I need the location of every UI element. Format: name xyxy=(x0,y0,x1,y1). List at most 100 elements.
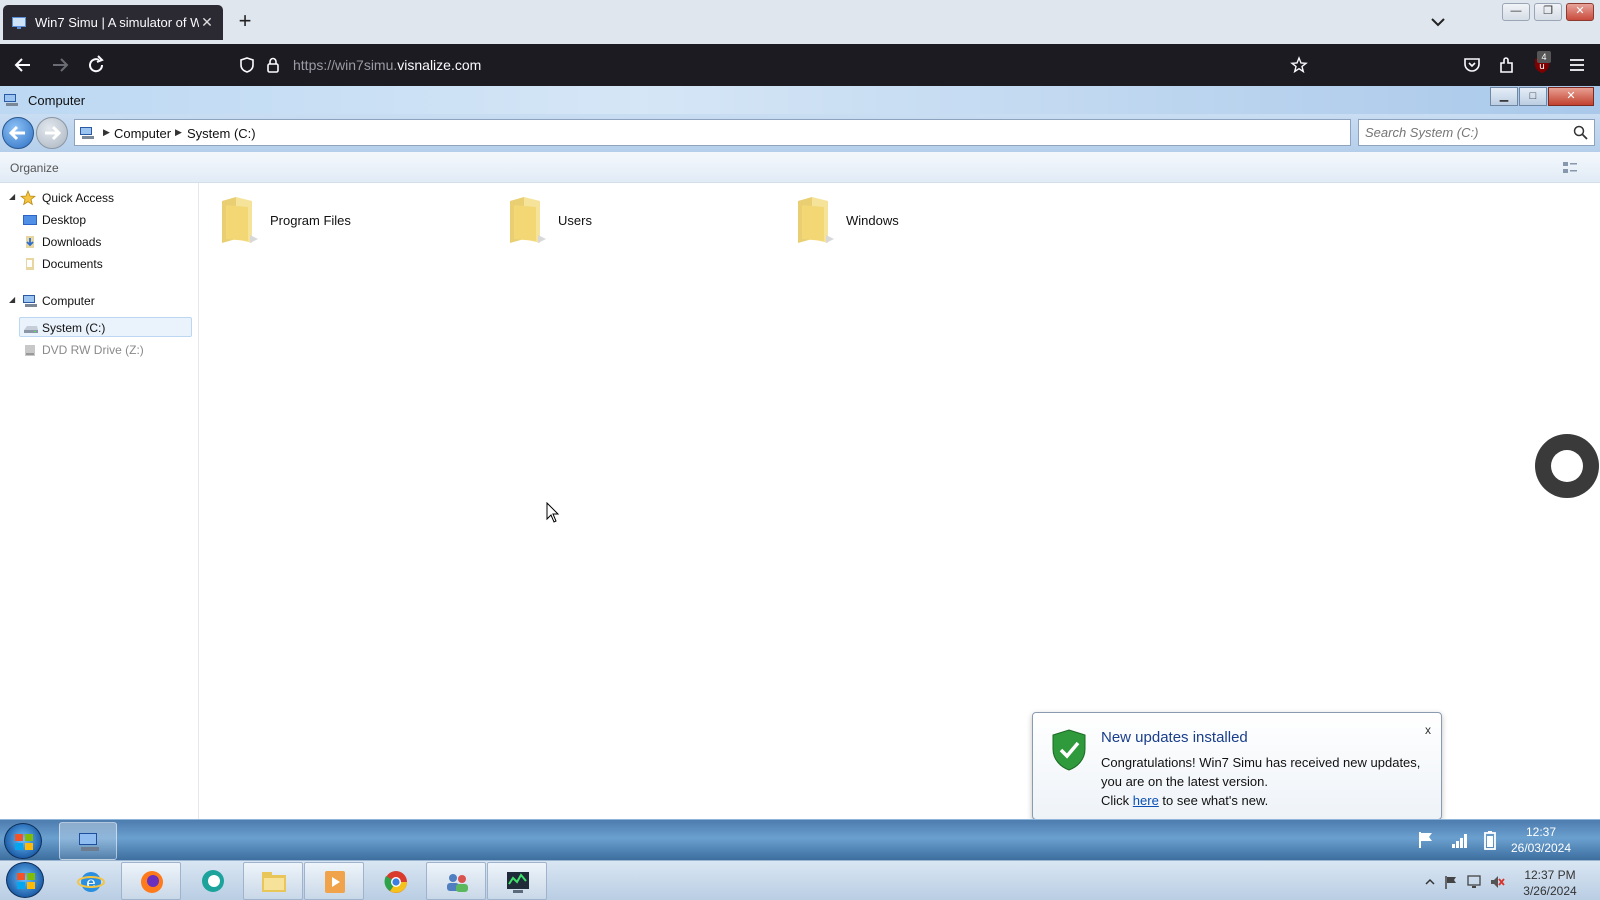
floating-assistant-button[interactable] xyxy=(1535,434,1599,498)
show-hidden-icons-icon[interactable] xyxy=(1422,874,1438,890)
breadcrumb-arrow-icon[interactable]: ▶ xyxy=(103,127,110,138)
folder-windows[interactable]: Windows xyxy=(794,195,1054,251)
url-text[interactable]: https://win7simu.visnalize.com xyxy=(293,57,481,73)
host-date: 3/26/2024 xyxy=(1523,884,1577,898)
notification-body: Congratulations! Win7 Simu has received … xyxy=(1101,753,1421,810)
taskbar-task-manager-button[interactable] xyxy=(487,862,547,900)
security-shield-check-icon xyxy=(1052,729,1086,771)
breadcrumb-system-c[interactable]: System (C:) xyxy=(187,126,256,141)
nav-desktop[interactable]: Desktop xyxy=(0,210,199,230)
host-start-button[interactable] xyxy=(6,862,44,898)
explorer-window-title: Computer xyxy=(28,93,86,108)
simulated-time: 12:37 xyxy=(1525,825,1557,839)
explorer-back-button[interactable] xyxy=(2,117,34,149)
dvd-drive-icon xyxy=(25,345,35,356)
nav-label: Desktop xyxy=(42,213,87,227)
reload-icon[interactable] xyxy=(83,52,109,78)
tracking-shield-icon[interactable] xyxy=(238,56,256,74)
hamburger-menu-icon[interactable] xyxy=(1567,55,1587,75)
start-orb-button[interactable] xyxy=(4,823,42,859)
folder-icon xyxy=(222,197,258,243)
notification-here-link[interactable]: here xyxy=(1133,793,1159,808)
taskbar-chrome-button[interactable] xyxy=(365,862,425,900)
back-arrow-icon xyxy=(8,125,25,141)
forward-arrow-icon xyxy=(45,125,62,141)
nav-label: Downloads xyxy=(42,235,102,249)
notification-message: Congratulations! Win7 Simu has received … xyxy=(1101,755,1421,789)
update-notification[interactable]: New updates installed Congratulations! W… xyxy=(1032,712,1442,820)
nav-label: Quick Access xyxy=(42,191,115,205)
address-bar[interactable]: ▶ Computer ▶ System (C:) xyxy=(74,119,1351,146)
folder-program-files[interactable]: Program Files xyxy=(218,195,478,251)
nav-documents[interactable]: Documents xyxy=(0,254,199,274)
explorer-minimize-button[interactable]: ▁ xyxy=(1490,87,1518,106)
taskbar-media-player-button[interactable] xyxy=(304,862,364,900)
battery-icon[interactable] xyxy=(1480,830,1500,850)
downloads-icon xyxy=(26,236,34,248)
change-view-icon[interactable] xyxy=(1562,160,1578,176)
expand-arrow-icon[interactable]: ◢ xyxy=(9,192,15,201)
mouse-cursor-icon xyxy=(546,502,560,523)
window-close-button[interactable]: ✕ xyxy=(1566,3,1594,21)
breadcrumb-computer[interactable]: Computer xyxy=(114,126,171,141)
nav-system-c[interactable]: System (C:) xyxy=(19,317,192,337)
lock-icon[interactable] xyxy=(264,56,282,74)
browser-tab-active[interactable]: Win7 Simu | A simulator of Windows 7 ✕ xyxy=(3,5,223,40)
taskbar-file-explorer-button[interactable] xyxy=(243,862,303,900)
explorer-address-row: ▶ Computer ▶ System (C:) xyxy=(0,114,1600,152)
nav-label: Documents xyxy=(42,257,103,271)
bookmark-star-icon[interactable] xyxy=(1290,56,1308,74)
notification-title: New updates installed xyxy=(1101,729,1248,746)
documents-icon xyxy=(26,258,34,270)
nav-quick-access[interactable]: ◢ Quick Access xyxy=(0,188,199,208)
network-icon[interactable] xyxy=(1466,874,1482,890)
list-all-tabs-chevron-icon[interactable] xyxy=(1428,12,1448,32)
window-restore-button[interactable]: ❐ xyxy=(1534,3,1562,21)
explorer-maximize-button[interactable]: □ xyxy=(1519,87,1547,106)
forward-arrow-icon[interactable] xyxy=(47,52,73,78)
browser-tab-bar: Win7 Simu | A simulator of Windows 7 ✕ +… xyxy=(0,0,1600,44)
taskbar-users-button[interactable] xyxy=(426,862,486,900)
notification-close-button[interactable]: x xyxy=(1425,723,1431,737)
navigation-pane: ◢ Quick Access Desktop Downloads Documen… xyxy=(0,183,199,819)
taskbar-firefox-button[interactable] xyxy=(121,862,181,900)
nav-dvd-drive[interactable]: DVD RW Drive (Z:) xyxy=(0,340,199,360)
pocket-icon[interactable] xyxy=(1462,55,1482,75)
extensions-puzzle-icon[interactable] xyxy=(1497,55,1517,75)
window-minimize-button[interactable]: — xyxy=(1502,3,1530,21)
taskbar-chat-button[interactable] xyxy=(182,862,242,900)
host-clock[interactable]: 12:37 PM 3/26/2024 xyxy=(1508,867,1592,899)
chrome-icon xyxy=(384,871,407,893)
explorer-forward-button[interactable] xyxy=(36,117,68,149)
explorer-title-bar[interactable]: Computer ▁ □ ✕ xyxy=(0,86,1600,114)
taskbar-explorer-button[interactable] xyxy=(59,822,117,860)
svg-text:e: e xyxy=(86,873,95,892)
search-icon[interactable] xyxy=(1573,125,1588,140)
simulated-clock[interactable]: 12:37 26/03/2024 xyxy=(1501,824,1581,856)
action-center-flag-icon[interactable] xyxy=(1416,830,1436,850)
expand-arrow-icon[interactable]: ◢ xyxy=(9,295,15,304)
notification-click-suffix: to see what's new. xyxy=(1158,793,1269,808)
nav-downloads[interactable]: Downloads xyxy=(0,232,199,252)
organize-button[interactable]: Organize xyxy=(10,161,59,175)
network-signal-icon[interactable] xyxy=(1450,830,1470,850)
action-center-flag-icon[interactable] xyxy=(1443,874,1459,890)
tab-close-icon[interactable]: ✕ xyxy=(199,14,215,31)
url-bar[interactable]: https://win7simu.visnalize.com xyxy=(228,47,1332,83)
volume-muted-icon[interactable] xyxy=(1489,874,1505,890)
folder-icon xyxy=(262,872,286,892)
url-domain: visnalize.com xyxy=(397,57,482,73)
taskbar-ie-button[interactable]: e xyxy=(60,862,120,900)
url-scheme-path: https://win7simu. xyxy=(293,57,398,73)
breadcrumb-arrow-icon[interactable]: ▶ xyxy=(175,127,182,138)
search-input[interactable] xyxy=(1359,120,1559,144)
host-taskbar: e 12:37 PM 3/26/2024 xyxy=(0,860,1600,900)
explorer-close-button[interactable]: ✕ xyxy=(1548,87,1594,106)
new-tab-button[interactable]: + xyxy=(232,9,258,35)
desktop-icon xyxy=(23,215,37,225)
search-box[interactable] xyxy=(1358,119,1595,146)
folder-users[interactable]: Users xyxy=(506,195,766,251)
computer-icon xyxy=(23,295,37,307)
back-arrow-icon[interactable] xyxy=(10,52,36,78)
nav-computer[interactable]: ◢ Computer xyxy=(0,291,199,311)
